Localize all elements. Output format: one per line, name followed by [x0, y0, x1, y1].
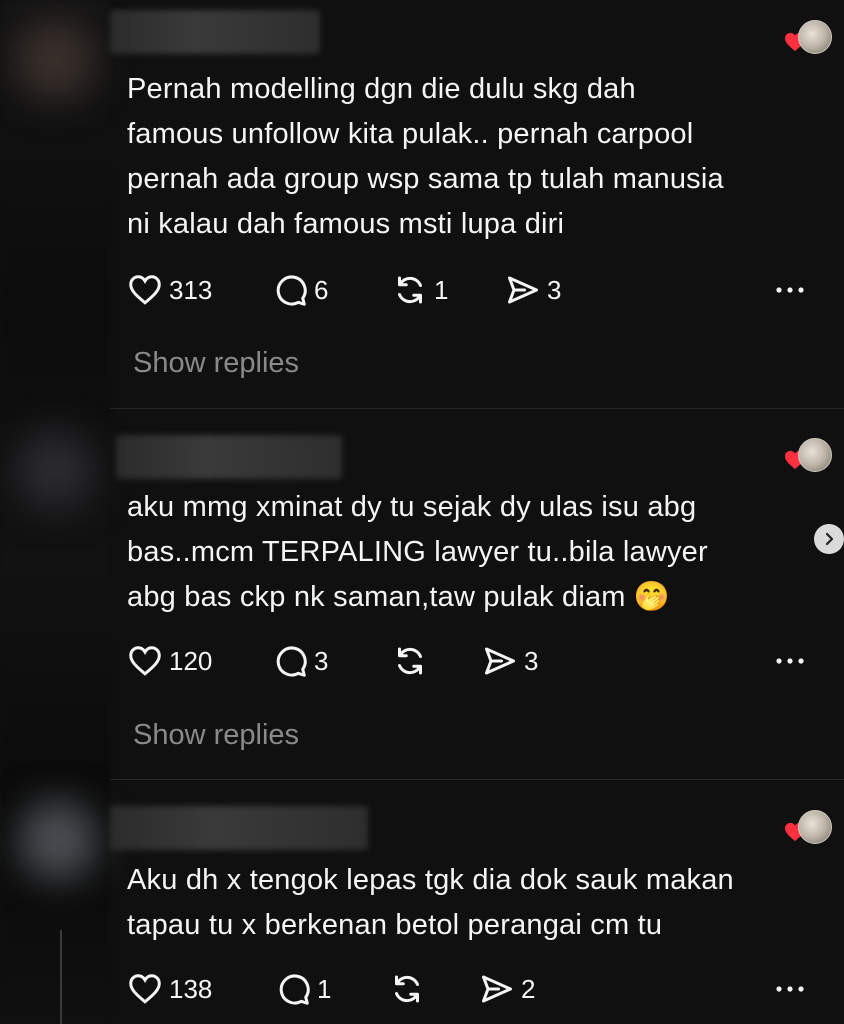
creator-liked-badge	[784, 20, 832, 58]
blurred-avatar	[15, 430, 95, 510]
speech-bubble-icon	[279, 974, 310, 1005]
like-button[interactable]: 120	[127, 641, 212, 681]
heart-outline-icon	[129, 974, 161, 1004]
more-dots-icon	[776, 986, 804, 992]
red-heart-icon	[785, 450, 805, 470]
send-icon	[485, 647, 515, 675]
speech-bubble-icon	[276, 275, 307, 306]
send-icon	[508, 276, 538, 304]
thread-line	[60, 930, 62, 1024]
blurred-username	[116, 435, 342, 479]
creator-liked-badge	[784, 810, 832, 848]
creator-avatar	[798, 810, 832, 844]
reply-button[interactable]: 6	[272, 270, 328, 310]
like-count: 138	[169, 973, 213, 1004]
comment-text: Pernah modelling dgn die dulu skg dah fa…	[127, 73, 724, 240]
reply-count: 6	[314, 274, 329, 305]
repost-button[interactable]: 1	[392, 270, 448, 310]
blurred-username	[110, 10, 320, 54]
comment-text: Aku dh x tengok lepas tgk dia dok sauk m…	[127, 864, 734, 941]
chevron-right-icon	[825, 532, 834, 546]
blurred-username	[110, 806, 368, 850]
like-count: 120	[169, 645, 213, 676]
more-dots-icon	[776, 287, 804, 293]
reply-count: 1	[317, 973, 332, 1004]
creator-liked-badge	[784, 438, 832, 476]
share-button[interactable]: 3	[505, 270, 561, 310]
action-bar: 120 3 3	[127, 641, 827, 681]
reply-button[interactable]: 1	[275, 969, 331, 1009]
show-replies-link[interactable]: Show replies	[133, 347, 299, 380]
share-count: 3	[524, 645, 539, 676]
blurred-avatar	[18, 800, 98, 880]
creator-avatar	[798, 20, 832, 54]
more-dots-icon	[776, 658, 804, 664]
reply-button[interactable]: 3	[272, 641, 328, 681]
repost-arrows-icon	[395, 975, 419, 1003]
comment-1: Pernah modelling dgn die dulu skg dah fa…	[0, 0, 844, 408]
comment-text: aku mmg xminat dy tu sejak dy ulas isu a…	[127, 491, 708, 613]
repost-button[interactable]	[392, 641, 428, 681]
divider	[110, 408, 844, 409]
more-options-button[interactable]	[775, 969, 805, 1009]
heart-outline-icon	[129, 275, 161, 305]
like-count: 313	[169, 274, 213, 305]
action-bar: 138 1 2	[127, 969, 827, 1009]
carousel-next-button[interactable]	[814, 524, 844, 554]
action-bar: 313 6 1 3	[127, 270, 827, 310]
reply-count: 3	[314, 645, 329, 676]
speech-bubble-icon	[276, 646, 307, 677]
share-count: 3	[547, 274, 562, 305]
share-button[interactable]: 2	[479, 969, 535, 1009]
share-count: 2	[521, 973, 536, 1004]
repost-arrows-icon	[398, 647, 422, 675]
share-button[interactable]: 3	[482, 641, 538, 681]
heart-outline-icon	[129, 646, 161, 676]
send-icon	[482, 975, 512, 1003]
more-options-button[interactable]	[775, 641, 805, 681]
divider	[110, 779, 844, 780]
creator-avatar	[798, 438, 832, 472]
like-button[interactable]: 138	[127, 969, 212, 1009]
repost-count: 1	[434, 274, 449, 305]
repost-arrows-icon	[398, 276, 422, 304]
more-options-button[interactable]	[775, 270, 805, 310]
red-heart-icon	[785, 822, 805, 842]
show-replies-link[interactable]: Show replies	[133, 719, 299, 752]
like-button[interactable]: 313	[127, 270, 212, 310]
repost-button[interactable]	[389, 969, 425, 1009]
